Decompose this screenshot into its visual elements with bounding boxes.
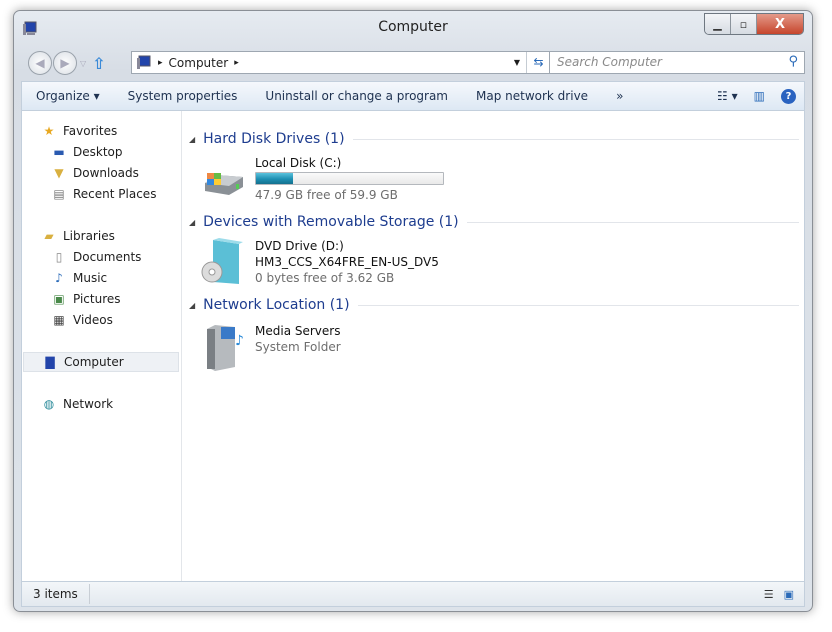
back-button[interactable]: ◀ [28, 51, 52, 75]
computer-icon: ▇ [45, 355, 55, 369]
breadcrumb-separator[interactable]: ▸ [234, 58, 239, 68]
navigation: ◀ ▶ ▽ ⇧ [28, 51, 106, 75]
recent-pages-chevron-icon[interactable]: ▽ [80, 59, 86, 68]
network-item-media-servers[interactable]: ♪ Media Servers System Folder [199, 323, 341, 371]
minimize-button[interactable]: ▁ [705, 14, 731, 34]
forward-button[interactable]: ▶ [53, 51, 77, 75]
disk-usage-bar [255, 172, 444, 185]
computer-icon [137, 55, 151, 69]
sidebar-item-downloads[interactable]: ▼ Downloads [51, 163, 139, 183]
star-icon: ★ [43, 124, 55, 138]
desktop-icon: ▬ [53, 145, 65, 159]
sidebar-item-network[interactable]: ◍ Network [41, 394, 113, 414]
breadcrumb-computer[interactable]: Computer [169, 56, 229, 70]
collapse-icon: ◢ [189, 134, 196, 144]
status-bar: 3 items ☰ ▣ [21, 581, 805, 607]
search-icon[interactable]: ⚲ [788, 54, 798, 69]
group-header-hard-disk-drives[interactable]: ◢ Hard Disk Drives (1) [189, 131, 799, 147]
refresh-button[interactable]: ⇆ [526, 52, 550, 73]
map-network-drive-button[interactable]: Map network drive [462, 89, 602, 103]
more-commands-button[interactable]: » [602, 89, 637, 103]
explorer-window: Computer ▁ ▫ X ◀ ▶ ▽ ⇧ ▸ Computer ▸ ▼ ⇆ … [13, 10, 813, 612]
sidebar-item-music[interactable]: ♪ Music [51, 268, 107, 288]
dvd-drive-icon [201, 238, 243, 284]
libraries-icon: ▰ [44, 229, 54, 243]
documents-icon: ▯ [55, 250, 63, 264]
volume-label: HM3_CCS_X64FRE_EN-US_DV5 [255, 255, 439, 269]
media-server-icon: ♪ [207, 325, 244, 371]
change-view-icon[interactable]: ☷ ▾ [717, 89, 738, 103]
details-view-icon[interactable]: ☰ [764, 588, 774, 601]
recent-places-icon: ▤ [53, 187, 65, 201]
sidebar-item-pictures[interactable]: ▣ Pictures [51, 289, 120, 309]
network-icon: ◍ [43, 397, 55, 411]
caption-buttons: ▁ ▫ X [704, 13, 804, 35]
up-arrow-icon[interactable]: ⇧ [92, 54, 105, 73]
search-input[interactable]: Search Computer ⚲ [549, 51, 805, 74]
videos-icon: ▦ [53, 313, 65, 327]
item-count: 3 items [22, 584, 90, 604]
system-properties-button[interactable]: System properties [114, 89, 252, 103]
address-dropdown-icon[interactable]: ▼ [514, 58, 520, 67]
address-bar[interactable]: ▸ Computer ▸ ▼ ⇆ [131, 51, 551, 74]
window-title: Computer [378, 19, 448, 35]
file-list: ◢ Hard Disk Drives (1) Local Disk (C:) 47… [183, 111, 804, 581]
sidebar-libraries[interactable]: ▰ Libraries [41, 226, 114, 246]
preview-pane-icon[interactable]: ▥ [754, 89, 765, 103]
organize-button[interactable]: Organize ▾ [22, 89, 114, 103]
sidebar-item-recent-places[interactable]: ▤ Recent Places [51, 184, 156, 204]
music-icon: ♪ [55, 271, 63, 285]
help-icon[interactable]: ? [781, 88, 796, 104]
drive-name: Local Disk (C:) [255, 156, 342, 170]
group-header-network-location[interactable]: ◢ Network Location (1) [189, 297, 799, 313]
sidebar-item-desktop[interactable]: ▬ Desktop [51, 142, 122, 162]
group-header-removable-storage[interactable]: ◢ Devices with Removable Storage (1) [189, 214, 799, 230]
downloads-icon: ▼ [54, 166, 64, 180]
drive-free-space: 0 bytes free of 3.62 GB [255, 271, 395, 285]
disk-usage-fill [256, 173, 294, 184]
hard-drive-icon [205, 173, 243, 195]
content-area: ★ Favorites ▬ Desktop ▼ Downloads ▤ Recent P… [21, 111, 805, 581]
uninstall-program-button[interactable]: Uninstall or change a program [251, 89, 462, 103]
close-button[interactable]: X [757, 14, 803, 34]
pictures-icon: ▣ [53, 292, 65, 306]
drive-item-dvd[interactable]: DVD Drive (D:) HM3_CCS_X64FRE_EN-US_DV5 … [199, 238, 439, 286]
svg-text:♪: ♪ [235, 333, 244, 349]
collapse-icon: ◢ [189, 217, 196, 227]
sidebar-item-documents[interactable]: ▯ Documents [51, 247, 142, 267]
drive-free-space: 47.9 GB free of 59.9 GB [255, 188, 398, 202]
navigation-pane: ★ Favorites ▬ Desktop ▼ Downloads ▤ Recent P… [22, 111, 182, 581]
sidebar-item-videos[interactable]: ▦ Videos [51, 310, 113, 330]
item-type: System Folder [255, 340, 341, 354]
item-name: Media Servers [255, 324, 341, 338]
sidebar-favorites[interactable]: ★ Favorites [41, 121, 118, 141]
collapse-icon: ◢ [189, 300, 196, 310]
drive-name: DVD Drive (D:) [255, 239, 344, 253]
large-icons-view-icon[interactable]: ▣ [784, 588, 794, 601]
breadcrumb-separator[interactable]: ▸ [158, 58, 163, 68]
drive-item-local-disk[interactable]: Local Disk (C:) 47.9 GB free of 59.9 GB [199, 155, 444, 203]
sidebar-item-computer[interactable]: ▇ Computer [23, 352, 179, 372]
maximize-button[interactable]: ▫ [731, 14, 757, 34]
command-bar: Organize ▾ System properties Uninstall o… [21, 81, 805, 111]
